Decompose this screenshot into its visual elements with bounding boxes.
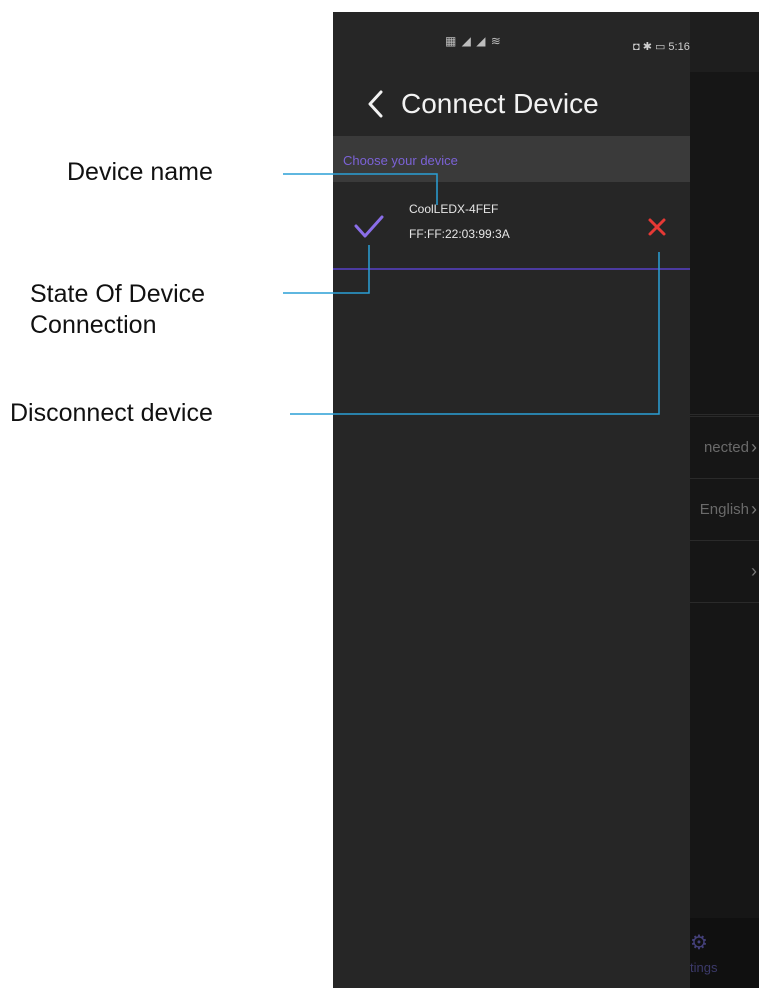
connect-device-drawer: Connect Device Choose your device CoolLE… <box>333 12 690 988</box>
chevron-right-icon: › <box>751 437 757 457</box>
background-app-panel: nected › English › › ⚙ tings <box>690 12 759 988</box>
divider <box>333 268 690 270</box>
device-list-item[interactable]: CoolLEDX-4FEF FF:FF:22:03:99:3A <box>333 192 690 268</box>
background-row-label: nected <box>703 439 749 456</box>
close-icon[interactable] <box>646 216 668 238</box>
status-bar-right: ◘ ✱ ▭ 5:16 <box>633 41 690 53</box>
chevron-right-icon: › <box>751 561 757 581</box>
annotation-connection-state: State Of Device Connection <box>30 279 290 341</box>
status-bar: ▦ ◢ ◢ ≋ ◘ ✱ ▭ 5:16 <box>333 12 759 72</box>
gear-icon[interactable]: ⚙ <box>690 930 708 955</box>
status-bar-left-icons: ▦ ◢ ◢ ≋ <box>445 34 502 48</box>
background-tab-label: tings <box>690 960 718 975</box>
device-mac-address: FF:FF:22:03:99:3A <box>409 227 510 241</box>
background-row-other[interactable]: › <box>690 540 759 602</box>
background-row-connection[interactable]: nected › <box>690 416 759 478</box>
device-name: CoolLEDX-4FEF <box>409 202 499 216</box>
annotation-device-name: Device name <box>67 158 213 186</box>
section-label: Choose your device <box>343 153 458 168</box>
divider <box>690 602 759 603</box>
background-row-language[interactable]: English › <box>690 478 759 540</box>
annotation-connection-state-line2: Connection <box>30 311 157 339</box>
annotation-disconnect-device: Disconnect device <box>10 399 213 427</box>
chevron-right-icon: › <box>751 499 757 519</box>
chevron-left-icon[interactable] <box>363 86 389 122</box>
device-list-section-header: Choose your device <box>333 136 690 182</box>
phone-screen: nected › English › › ⚙ tings Connect Devic… <box>333 12 759 988</box>
background-row-label: English <box>699 501 749 518</box>
drawer-header: Connect Device <box>333 72 690 136</box>
page-title: Connect Device <box>401 88 599 119</box>
check-icon <box>354 215 384 238</box>
divider <box>690 414 759 415</box>
annotation-connection-state-line1: State Of Device <box>30 280 206 308</box>
